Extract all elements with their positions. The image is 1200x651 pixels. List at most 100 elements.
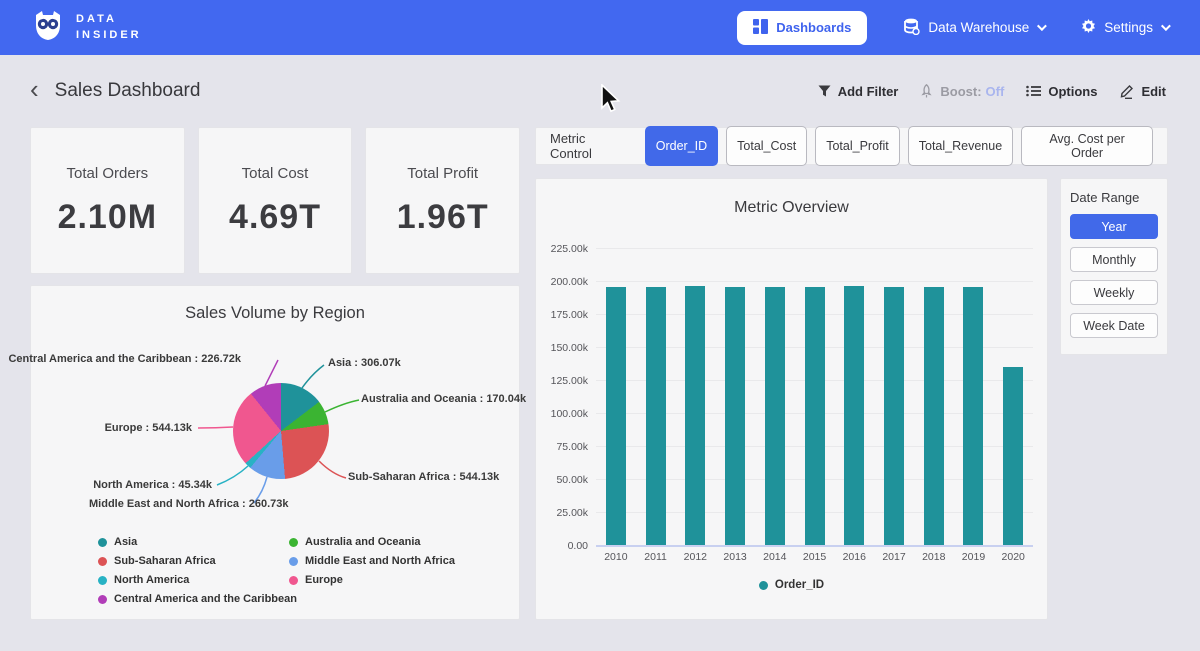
boost-toggle[interactable]: Boost: Off (920, 84, 1004, 99)
brand-text: DATA INSIDER (76, 12, 142, 44)
pie-slice-label-australia-and-oceania: Australia and Oceania : 170.04k (361, 393, 526, 405)
y-tick: 200.00k (536, 276, 588, 288)
kpi-label: Total Cost (242, 165, 309, 182)
metric-button-order-id[interactable]: Order_ID (645, 126, 718, 166)
sales-by-region-chart: Sales Volume by Region Asia : 306.07kAus… (30, 285, 520, 620)
bar-slot (914, 248, 954, 545)
pie-legend-column-2: Australia and Oceania Middle East and Nor… (289, 536, 455, 586)
bar-2015[interactable] (805, 287, 825, 545)
x-tick: 2013 (715, 551, 755, 563)
pie-legend-column-1: AsiaSub-Saharan AfricaNorth AmericaCentr… (98, 536, 297, 605)
bar-slot (874, 248, 914, 545)
date-range-button-year[interactable]: Year (1070, 214, 1158, 239)
bar-2012[interactable] (685, 286, 705, 545)
metric-button-total-cost[interactable]: Total_Cost (726, 126, 807, 166)
x-tick: 2011 (636, 551, 676, 563)
boost-state: Off (986, 84, 1005, 99)
bar-2019[interactable] (963, 287, 983, 545)
dashboard-grid-icon (753, 19, 768, 37)
pie-graphic[interactable] (233, 383, 329, 479)
kpi-value: 1.96T (397, 198, 489, 237)
bar-2020[interactable] (1003, 367, 1023, 545)
bar-2013[interactable] (725, 287, 745, 545)
kpi-row: Total Orders2.10MTotal Cost4.69TTotal Pr… (30, 127, 520, 274)
bar-slot (954, 248, 994, 545)
pie-legend-item-north-america: North America (98, 574, 297, 586)
legend-dot (759, 581, 768, 590)
y-tick: 125.00k (536, 375, 588, 387)
bar-2018[interactable] (924, 287, 944, 545)
add-filter-button[interactable]: Add Filter (818, 84, 899, 99)
list-icon (1026, 85, 1041, 97)
bar-slot (715, 248, 755, 545)
kpi-label: Total Orders (66, 165, 148, 182)
y-tick: 50.00k (536, 474, 588, 486)
pie-chart-title: Sales Volume by Region (31, 304, 519, 323)
bar-2014[interactable] (765, 287, 785, 545)
edit-label: Edit (1141, 84, 1166, 99)
legend-dot (289, 557, 298, 566)
y-tick: 175.00k (536, 309, 588, 321)
bar-2016[interactable] (844, 286, 864, 545)
date-range-button-weekly[interactable]: Weekly (1070, 280, 1158, 305)
boost-label: Boost: (940, 84, 981, 99)
settings-menu[interactable]: Settings (1080, 18, 1168, 37)
bar-slot (755, 248, 795, 545)
bar-2010[interactable] (606, 287, 626, 545)
bar-2011[interactable] (646, 287, 666, 545)
y-tick: 150.00k (536, 342, 588, 354)
rocket-icon (920, 84, 933, 99)
page-title: Sales Dashboard (55, 80, 201, 102)
dashboards-button[interactable]: Dashboards (737, 11, 867, 45)
y-tick: 100.00k (536, 408, 588, 420)
legend-dot (98, 576, 107, 585)
brand: DATA INSIDER (30, 7, 142, 48)
bar-2017[interactable] (884, 287, 904, 545)
back-button[interactable]: ‹ (30, 79, 39, 99)
pie-legend-item-sub-saharan-africa: Sub-Saharan Africa (98, 555, 297, 567)
pie-slice-label-middle-east-and-north-africa: Middle East and North Africa : 260.73k (89, 498, 288, 510)
x-tick: 2019 (954, 551, 994, 563)
metric-overview-chart: Metric Overview 225.00k 200.00k 175.00k 150… (535, 178, 1048, 620)
pie-legend-item-middle-east-and-north-africa: Middle East and North Africa (289, 555, 455, 567)
bar-chart-title: Metric Overview (536, 199, 1047, 217)
legend-label: Sub-Saharan Africa (114, 555, 216, 567)
edit-button[interactable]: Edit (1119, 84, 1166, 99)
options-button[interactable]: Options (1026, 84, 1097, 99)
pencil-icon (1119, 84, 1134, 99)
kpi-value: 2.10M (58, 198, 158, 237)
metric-button-avg-cost-per-order[interactable]: Avg. Cost per Order (1021, 126, 1153, 166)
bar-slot (596, 248, 636, 545)
metric-button-total-profit[interactable]: Total_Profit (815, 126, 900, 166)
x-tick: 2010 (596, 551, 636, 563)
leader-line (302, 365, 324, 388)
options-label: Options (1048, 84, 1097, 99)
x-tick: 2016 (834, 551, 874, 563)
leader-line (198, 427, 233, 428)
date-range-button-week-date[interactable]: Week Date (1070, 313, 1158, 338)
y-tick: 225.00k (536, 243, 588, 255)
leader-line (265, 360, 278, 386)
settings-label: Settings (1104, 20, 1153, 35)
filter-icon (818, 85, 831, 97)
pie-legend-item-europe: Europe (289, 574, 455, 586)
data-warehouse-menu[interactable]: Data Warehouse (903, 18, 1044, 38)
metric-button-total-revenue[interactable]: Total_Revenue (908, 126, 1013, 166)
chevron-down-icon (1161, 21, 1171, 31)
y-tick: 75.00k (536, 441, 588, 453)
legend-label: Middle East and North Africa (305, 555, 455, 567)
x-axis-labels: 2010201120122013201420152016201720182019… (596, 551, 1033, 563)
pie-legend-item-australia-and-oceania: Australia and Oceania (289, 536, 455, 548)
data-warehouse-label: Data Warehouse (928, 20, 1029, 35)
x-tick: 2014 (755, 551, 795, 563)
date-range-button-monthly[interactable]: Monthly (1070, 247, 1158, 272)
bar-slot (834, 248, 874, 545)
bar-slot (636, 248, 676, 545)
pie-slice-label-europe: Europe : 544.13k (105, 422, 192, 434)
legend-label: North America (114, 574, 189, 586)
legend-dot (289, 538, 298, 547)
legend-label: Asia (114, 536, 137, 548)
date-range-label: Date Range (1070, 190, 1158, 205)
x-tick: 2015 (795, 551, 835, 563)
pie-slice-label-north-america: North America : 45.34k (93, 479, 212, 491)
